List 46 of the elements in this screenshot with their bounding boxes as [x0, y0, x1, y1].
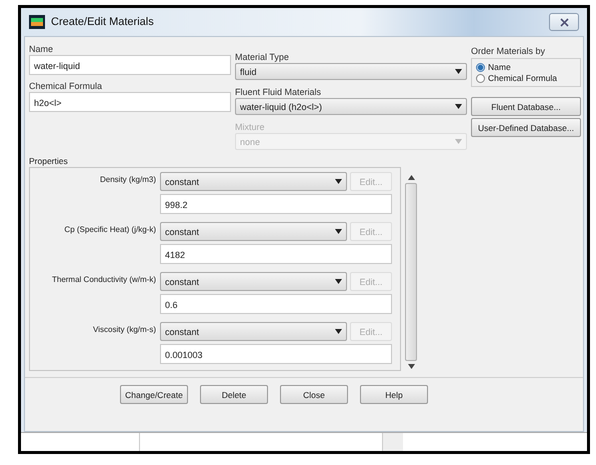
- field-label: Name: [29, 43, 54, 55]
- radio-button[interactable]: [476, 62, 485, 72]
- window-title: Create/Edit Materials: [51, 16, 154, 28]
- dropdown[interactable]: constant: [160, 322, 347, 341]
- close-button[interactable]: [549, 13, 579, 31]
- close-icon: [560, 18, 568, 26]
- caret-icon: [335, 329, 342, 334]
- app-icon: [29, 15, 45, 29]
- database-button[interactable]: User-Defined Database...: [471, 118, 581, 137]
- input-field[interactable]: water-liquid: [29, 55, 231, 75]
- field-label: Chemical Formula: [29, 80, 104, 92]
- dropdown[interactable]: water-liquid (h2o<l>): [235, 98, 467, 115]
- field-label: Mixture: [235, 121, 266, 133]
- caret-icon: [455, 104, 462, 109]
- input-field[interactable]: 4182: [160, 244, 392, 264]
- field-label: Material Type: [235, 51, 290, 63]
- group-label: Properties: [29, 156, 69, 167]
- caret-icon: [455, 69, 462, 74]
- field-label: Fluent Fluid Materials: [235, 86, 322, 98]
- caret-icon: [455, 139, 462, 144]
- dialog-button[interactable]: Help: [360, 385, 428, 404]
- property-label: Viscosity (kg/m-s): [92, 324, 156, 336]
- scroll-up-icon[interactable]: [408, 175, 414, 180]
- input-field[interactable]: h2o<l>: [29, 92, 231, 112]
- input-field[interactable]: 0.001003: [160, 344, 392, 364]
- dropdown[interactable]: fluid: [235, 63, 467, 80]
- dropdown[interactable]: constant: [160, 272, 347, 291]
- property-label: Cp (Specific Heat) (j/kg-k): [63, 224, 156, 236]
- caret-icon: [335, 279, 342, 284]
- radio-label[interactable]: Name: [488, 62, 511, 72]
- property-label: Density (kg/m3): [98, 174, 156, 186]
- caret-icon: [335, 179, 342, 184]
- dropdown[interactable]: constant: [160, 222, 347, 241]
- radio-button[interactable]: [476, 74, 485, 82]
- input-field[interactable]: 998.2: [160, 194, 392, 214]
- caret-icon: [335, 229, 342, 234]
- database-button[interactable]: Fluent Database...: [471, 97, 581, 116]
- scroll-down-icon[interactable]: [408, 364, 414, 369]
- dialog-button[interactable]: Change/Create: [120, 385, 188, 404]
- group-label: Order Materials by: [471, 45, 546, 57]
- dropdown[interactable]: constant: [160, 172, 347, 191]
- dialog-button[interactable]: Delete: [200, 385, 268, 404]
- dialog-button[interactable]: Close: [280, 385, 348, 404]
- radio-label[interactable]: Chemical Formula: [488, 73, 557, 83]
- property-label: Thermal Conductivity (w/m-k): [50, 274, 156, 286]
- input-field[interactable]: 0.6: [160, 294, 392, 314]
